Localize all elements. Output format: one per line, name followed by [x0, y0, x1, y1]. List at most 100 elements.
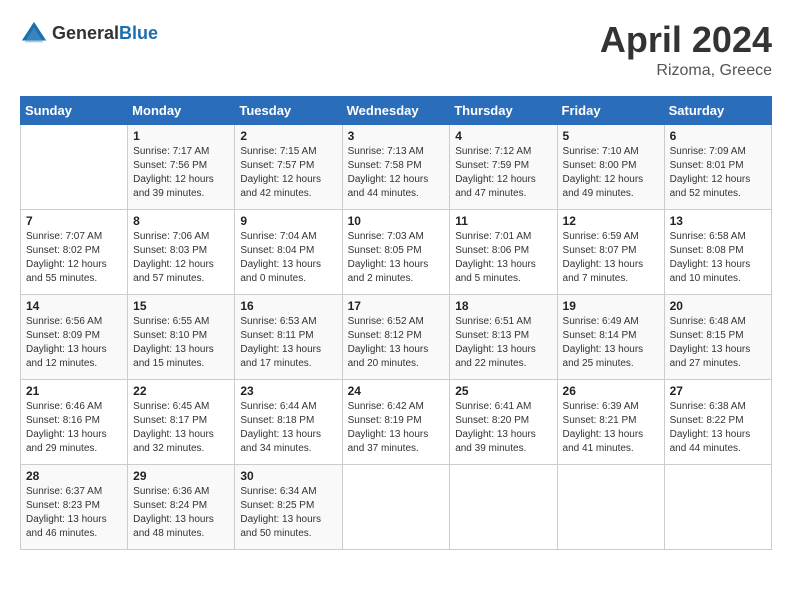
day-info: Sunrise: 6:38 AMSunset: 8:22 PMDaylight:… [670, 400, 766, 456]
day-cell: 2 Sunrise: 7:15 AMSunset: 7:57 PMDaylight… [235, 124, 342, 209]
day-info: Sunrise: 6:41 AMSunset: 8:20 PMDaylight:… [455, 400, 551, 456]
column-header-thursday: Thursday [450, 96, 557, 124]
day-number: 20 [670, 299, 766, 313]
logo: GeneralBlue [20, 20, 158, 48]
day-info: Sunrise: 6:59 AMSunset: 8:07 PMDaylight:… [563, 230, 659, 286]
column-header-sunday: Sunday [21, 96, 128, 124]
column-header-tuesday: Tuesday [235, 96, 342, 124]
day-cell [557, 464, 664, 549]
day-number: 29 [133, 469, 229, 483]
day-number: 3 [348, 129, 445, 143]
day-cell: 14 Sunrise: 6:56 AMSunset: 8:09 PMDayligh… [21, 294, 128, 379]
day-cell: 25 Sunrise: 6:41 AMSunset: 8:20 PMDayligh… [450, 379, 557, 464]
day-cell [342, 464, 450, 549]
week-row-3: 14 Sunrise: 6:56 AMSunset: 8:09 PMDayligh… [21, 294, 772, 379]
day-info: Sunrise: 6:56 AMSunset: 8:09 PMDaylight:… [26, 315, 122, 371]
day-info: Sunrise: 7:12 AMSunset: 7:59 PMDaylight:… [455, 145, 551, 201]
day-number: 11 [455, 214, 551, 228]
day-number: 23 [240, 384, 336, 398]
day-cell: 4 Sunrise: 7:12 AMSunset: 7:59 PMDaylight… [450, 124, 557, 209]
day-info: Sunrise: 6:52 AMSunset: 8:12 PMDaylight:… [348, 315, 445, 371]
day-cell: 3 Sunrise: 7:13 AMSunset: 7:58 PMDaylight… [342, 124, 450, 209]
logo-icon [20, 20, 48, 48]
day-number: 18 [455, 299, 551, 313]
day-info: Sunrise: 6:39 AMSunset: 8:21 PMDaylight:… [563, 400, 659, 456]
day-info: Sunrise: 6:49 AMSunset: 8:14 PMDaylight:… [563, 315, 659, 371]
day-info: Sunrise: 7:13 AMSunset: 7:58 PMDaylight:… [348, 145, 445, 201]
day-number: 16 [240, 299, 336, 313]
column-header-saturday: Saturday [664, 96, 771, 124]
day-number: 2 [240, 129, 336, 143]
day-info: Sunrise: 6:34 AMSunset: 8:25 PMDaylight:… [240, 485, 336, 541]
day-number: 4 [455, 129, 551, 143]
day-info: Sunrise: 7:10 AMSunset: 8:00 PMDaylight:… [563, 145, 659, 201]
day-cell: 15 Sunrise: 6:55 AMSunset: 8:10 PMDayligh… [128, 294, 235, 379]
day-cell: 24 Sunrise: 6:42 AMSunset: 8:19 PMDayligh… [342, 379, 450, 464]
column-header-wednesday: Wednesday [342, 96, 450, 124]
day-info: Sunrise: 6:48 AMSunset: 8:15 PMDaylight:… [670, 315, 766, 371]
day-cell: 18Sunrise: 6:51 AMSunset: 8:13 PMDayligh… [450, 294, 557, 379]
column-header-monday: Monday [128, 96, 235, 124]
day-info: Sunrise: 7:01 AMSunset: 8:06 PMDaylight:… [455, 230, 551, 286]
day-number: 14 [26, 299, 122, 313]
day-number: 24 [348, 384, 445, 398]
day-cell: 12 Sunrise: 6:59 AMSunset: 8:07 PMDayligh… [557, 209, 664, 294]
calendar-table: SundayMondayTuesdayWednesdayThursdayFrid… [20, 96, 772, 550]
day-cell: 30 Sunrise: 6:34 AMSunset: 8:25 PMDayligh… [235, 464, 342, 549]
day-info: Sunrise: 6:53 AMSunset: 8:11 PMDaylight:… [240, 315, 336, 371]
day-cell: 17 Sunrise: 6:52 AMSunset: 8:12 PMDayligh… [342, 294, 450, 379]
day-cell: 21 Sunrise: 6:46 AMSunset: 8:16 PMDayligh… [21, 379, 128, 464]
day-cell: 28 Sunrise: 6:37 AMSunset: 8:23 PMDayligh… [21, 464, 128, 549]
day-cell: 7Sunrise: 7:07 AMSunset: 8:02 PMDaylight… [21, 209, 128, 294]
calendar-title: April 2024 [600, 20, 772, 60]
calendar-body: 1Sunrise: 7:17 AMSunset: 7:56 PMDaylight… [21, 124, 772, 549]
day-number: 22 [133, 384, 229, 398]
day-cell: 29 Sunrise: 6:36 AMSunset: 8:24 PMDayligh… [128, 464, 235, 549]
day-cell: 23Sunrise: 6:44 AMSunset: 8:18 PMDayligh… [235, 379, 342, 464]
day-info: Sunrise: 6:46 AMSunset: 8:16 PMDaylight:… [26, 400, 122, 456]
day-info: Sunrise: 7:15 AMSunset: 7:57 PMDaylight:… [240, 145, 336, 201]
day-info: Sunrise: 6:55 AMSunset: 8:10 PMDaylight:… [133, 315, 229, 371]
week-row-5: 28 Sunrise: 6:37 AMSunset: 8:23 PMDayligh… [21, 464, 772, 549]
day-cell [21, 124, 128, 209]
day-info: Sunrise: 6:42 AMSunset: 8:19 PMDaylight:… [348, 400, 445, 456]
day-number: 13 [670, 214, 766, 228]
day-cell: 19Sunrise: 6:49 AMSunset: 8:14 PMDayligh… [557, 294, 664, 379]
day-cell [664, 464, 771, 549]
day-cell: 27 Sunrise: 6:38 AMSunset: 8:22 PMDayligh… [664, 379, 771, 464]
day-cell: 11 Sunrise: 7:01 AMSunset: 8:06 PMDayligh… [450, 209, 557, 294]
day-number: 27 [670, 384, 766, 398]
day-info: Sunrise: 6:45 AMSunset: 8:17 PMDaylight:… [133, 400, 229, 456]
day-number: 25 [455, 384, 551, 398]
day-number: 28 [26, 469, 122, 483]
day-cell: 6 Sunrise: 7:09 AMSunset: 8:01 PMDaylight… [664, 124, 771, 209]
day-number: 21 [26, 384, 122, 398]
day-number: 12 [563, 214, 659, 228]
calendar-subtitle: Rizoma, Greece [600, 62, 772, 80]
day-info: Sunrise: 7:07 AMSunset: 8:02 PMDaylight:… [26, 230, 122, 286]
day-cell: 1Sunrise: 7:17 AMSunset: 7:56 PMDaylight… [128, 124, 235, 209]
day-info: Sunrise: 7:06 AMSunset: 8:03 PMDaylight:… [133, 230, 229, 286]
day-info: Sunrise: 7:09 AMSunset: 8:01 PMDaylight:… [670, 145, 766, 201]
day-number: 15 [133, 299, 229, 313]
day-info: Sunrise: 6:36 AMSunset: 8:24 PMDaylight:… [133, 485, 229, 541]
day-cell: 16 Sunrise: 6:53 AMSunset: 8:11 PMDayligh… [235, 294, 342, 379]
day-cell [450, 464, 557, 549]
day-number: 5 [563, 129, 659, 143]
day-number: 30 [240, 469, 336, 483]
day-number: 26 [563, 384, 659, 398]
day-info: Sunrise: 6:37 AMSunset: 8:23 PMDaylight:… [26, 485, 122, 541]
week-row-1: 1Sunrise: 7:17 AMSunset: 7:56 PMDaylight… [21, 124, 772, 209]
title-block: April 2024 Rizoma, Greece [600, 20, 772, 80]
week-row-2: 7Sunrise: 7:07 AMSunset: 8:02 PMDaylight… [21, 209, 772, 294]
day-cell: 26 Sunrise: 6:39 AMSunset: 8:21 PMDayligh… [557, 379, 664, 464]
page-header: GeneralBlue April 2024 Rizoma, Greece [20, 20, 772, 80]
day-info: Sunrise: 7:17 AMSunset: 7:56 PMDaylight:… [133, 145, 229, 201]
day-number: 17 [348, 299, 445, 313]
day-cell: 9Sunrise: 7:04 AMSunset: 8:04 PMDaylight… [235, 209, 342, 294]
day-cell: 13Sunrise: 6:58 AMSunset: 8:08 PMDayligh… [664, 209, 771, 294]
day-number: 6 [670, 129, 766, 143]
day-cell: 22 Sunrise: 6:45 AMSunset: 8:17 PMDayligh… [128, 379, 235, 464]
column-header-friday: Friday [557, 96, 664, 124]
week-row-4: 21 Sunrise: 6:46 AMSunset: 8:16 PMDayligh… [21, 379, 772, 464]
